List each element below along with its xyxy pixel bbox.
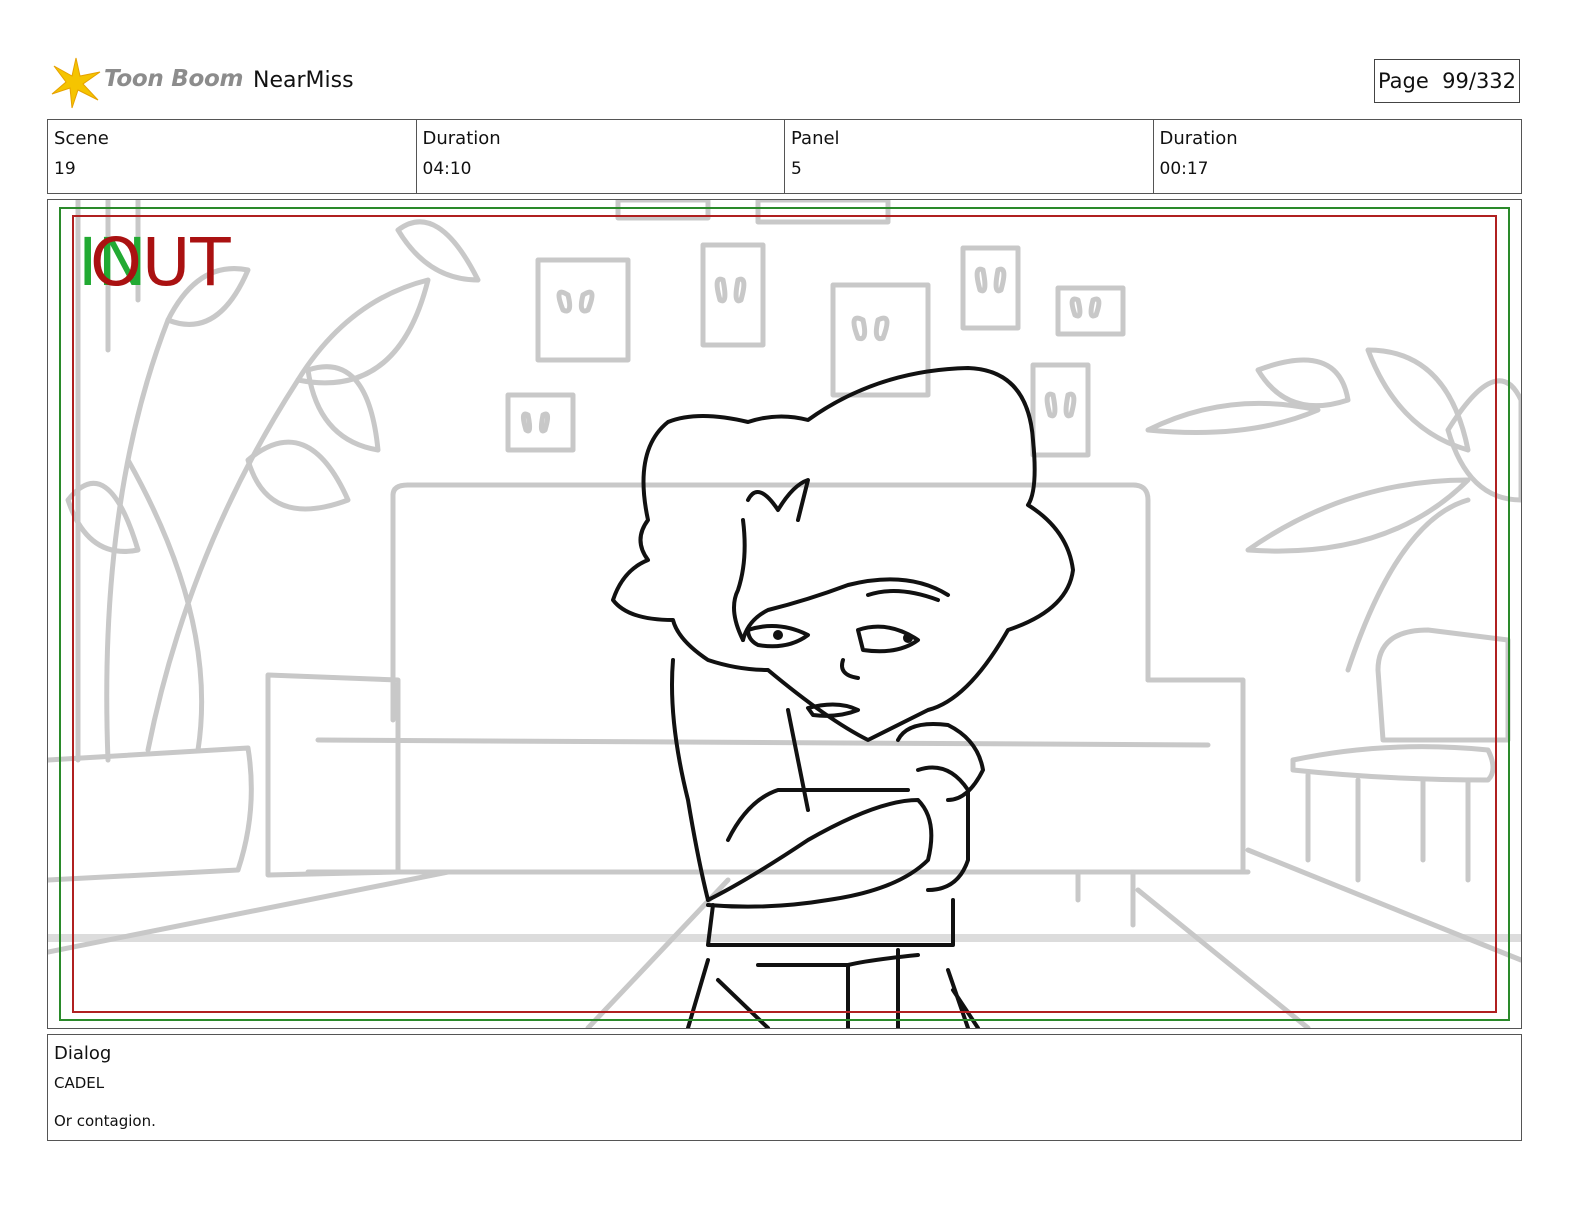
storyboard-frame: IN OUT	[47, 199, 1522, 1029]
panel-info-table: Scene 19 Duration 04:10 Panel 5 Duration…	[47, 119, 1522, 194]
scene-duration-cell: Duration 04:10	[417, 120, 785, 193]
scene-cell: Scene 19	[48, 120, 417, 193]
panel-cell: Panel 5	[785, 120, 1154, 193]
page-indicator: Page 99/332	[1374, 59, 1520, 103]
toon-boom-logo: Toon Boom	[50, 54, 250, 110]
panel-duration-label: Duration	[1159, 128, 1238, 149]
scene-duration-value: 04:10	[422, 159, 472, 179]
logo-text: Toon Boom	[104, 66, 244, 92]
starburst-icon	[51, 57, 101, 109]
panel-value: 5	[791, 159, 802, 179]
scene-label: Scene	[54, 128, 109, 149]
dialog-speaker: CADEL	[54, 1074, 105, 1092]
dialog-line: Or contagion.	[54, 1112, 156, 1130]
panel-duration-cell: Duration 00:17	[1154, 120, 1522, 193]
panel-duration-value: 00:17	[1159, 159, 1209, 179]
project-title: NearMiss	[253, 68, 354, 93]
dialog-box: Dialog CADEL Or contagion.	[47, 1034, 1522, 1141]
scene-value: 19	[54, 159, 76, 179]
panel-label: Panel	[791, 128, 840, 149]
scene-duration-label: Duration	[422, 128, 501, 149]
storyboard-drawing	[48, 200, 1521, 1028]
dialog-label: Dialog	[54, 1043, 112, 1064]
out-label: OUT	[90, 224, 231, 301]
